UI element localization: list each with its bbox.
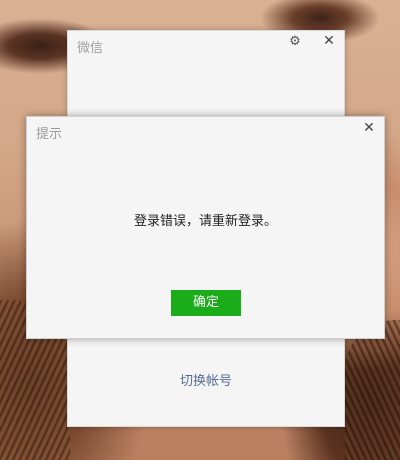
error-dialog: 提示 ✕ 登录错误，请重新登录。 确定 <box>26 116 385 339</box>
ok-button[interactable]: 确定 <box>171 290 241 316</box>
close-icon[interactable]: ✕ <box>322 34 336 48</box>
dialog-message: 登录错误，请重新登录。 <box>133 214 277 229</box>
close-icon[interactable]: ✕ <box>362 121 376 135</box>
wallpaper-hair-right <box>345 320 400 460</box>
gear-icon[interactable]: ⚙ <box>288 35 302 49</box>
switch-account-link[interactable]: 切换帐号 <box>68 370 344 389</box>
desktop-background: 微信 ⚙ ✕ 切换帐号 提示 ✕ 登录错误，请重新登录。 确定 <box>0 0 400 460</box>
dialog-title: 提示 <box>36 127 63 142</box>
window-title: 微信 <box>77 41 104 56</box>
